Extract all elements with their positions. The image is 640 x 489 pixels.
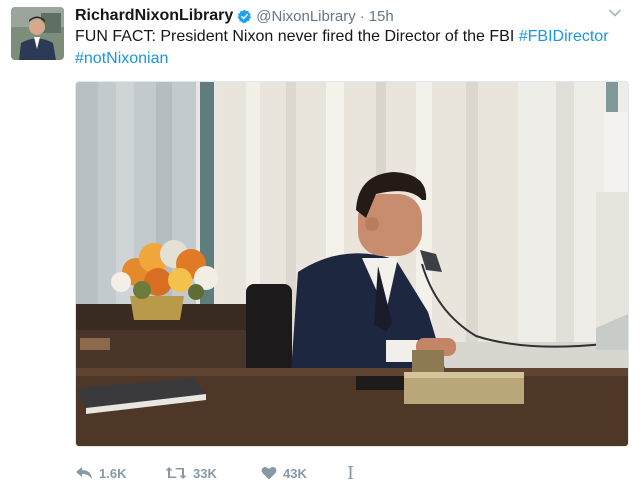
tweet-header: RichardNixonLibrary @NixonLibrary · 15h: [75, 5, 394, 27]
avatar[interactable]: [11, 7, 64, 60]
tweet-card: RichardNixonLibrary @NixonLibrary · 15h …: [0, 0, 640, 489]
chevron-down-icon[interactable]: [608, 6, 622, 20]
hashtag-fbidirector[interactable]: #FBIDirector: [519, 28, 609, 45]
display-name[interactable]: RichardNixonLibrary: [75, 7, 233, 25]
more-actions-label: I: [347, 462, 355, 484]
retweet-count: 33K: [193, 465, 217, 481]
verified-badge-icon: [237, 9, 252, 23]
photo-illustration: [76, 82, 628, 446]
more-actions-button[interactable]: I: [347, 463, 367, 484]
retweet-button[interactable]: 33K: [165, 466, 261, 481]
tweet-text: FUN FACT: President Nixon never fired th…: [75, 26, 625, 70]
reply-icon: [76, 467, 92, 479]
separator-dot: ·: [359, 7, 365, 25]
user-handle[interactable]: @NixonLibrary: [256, 8, 355, 25]
hashtag-notnixonian[interactable]: #notNixonian: [75, 50, 168, 67]
tweet-text-body: FUN FACT: President Nixon never fired th…: [75, 28, 515, 45]
reply-count: 1.6K: [99, 465, 127, 481]
tweet-photo[interactable]: [75, 81, 629, 447]
retweet-icon: [165, 467, 187, 479]
heart-icon: [261, 467, 277, 480]
reply-button[interactable]: 1.6K: [75, 466, 165, 481]
like-button[interactable]: 43K: [261, 466, 347, 481]
tweet-actions: 1.6K 33K 43K I: [75, 462, 367, 484]
like-count: 43K: [283, 465, 307, 481]
tweet-timestamp[interactable]: 15h: [369, 8, 394, 25]
